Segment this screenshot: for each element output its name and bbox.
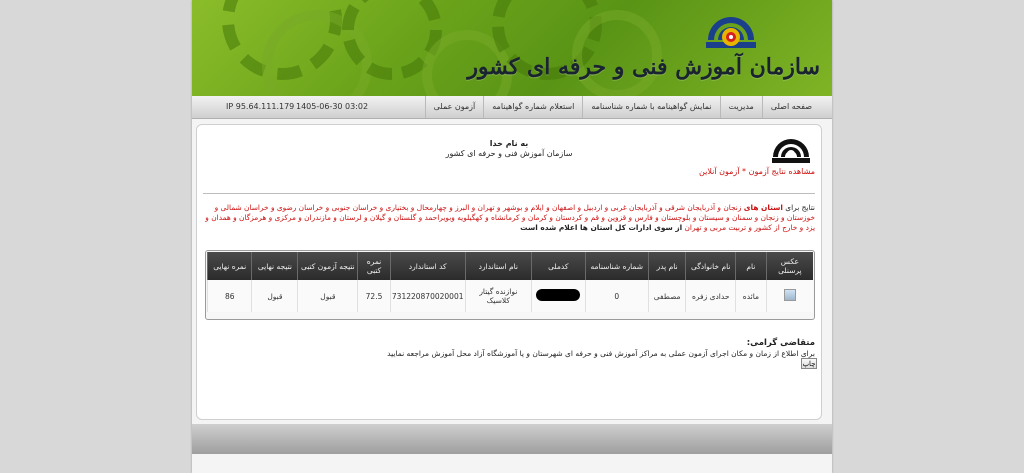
column-header: عکس پرسنلی [765, 252, 813, 280]
standard-name-cell: نوازنده گیتار کلاسیک [464, 280, 532, 312]
notice-provinces-label: استان های [743, 203, 783, 212]
footer-bar [192, 424, 832, 454]
nav-certificate-inquiry[interactable]: استعلام شماره گواهینامه [483, 96, 582, 118]
main-nav: صفحه اصلی مدیریت نمایش گواهینامه با شمار… [192, 96, 832, 119]
divider [203, 193, 815, 194]
column-header: نام [735, 252, 767, 280]
standard-code-cell: 731220870020001 [389, 280, 466, 312]
column-header: شماره شناسنامه [584, 252, 649, 280]
column-header: نمره کتبی [357, 252, 391, 280]
announcement-text: نتایج برای استان های زنجان و آذربایجان ش… [205, 203, 815, 233]
broken-image-icon [783, 289, 796, 301]
nav-home[interactable]: صفحه اصلی [761, 96, 832, 118]
nav-practical-exam[interactable]: آزمون عملی [424, 96, 484, 118]
first-name-cell: مائده [735, 280, 767, 312]
subtitle: سازمان آموزش فنی و حرفه ای کشور [445, 149, 573, 158]
header-banner: سازمان آموزش فنی و حرفه ای کشور [192, 0, 832, 96]
datetime-text: 1405-06-30 03:02 [296, 102, 369, 111]
ip-text: IP 95.64.111.179 [226, 102, 295, 111]
column-header: نمره نهایی [206, 252, 252, 280]
results-panel: به نام خدا سازمان آموزش فنی و حرفه ای کش… [196, 124, 822, 420]
bism-heading: به نام خدا [489, 139, 529, 148]
table-header-row: عکس پرسنلی نام نام خانوادگی نام پدر شمار… [206, 252, 813, 280]
father-name-cell: مصطفی [647, 280, 686, 312]
written-score-cell: 72.5 [357, 280, 391, 312]
written-result-cell: قبول [297, 280, 358, 312]
column-header: نام پدر [647, 252, 686, 280]
column-header: نام خانوادگی [685, 252, 736, 280]
small-logo-icon [772, 139, 810, 163]
notice-prefix: نتایج برای [785, 203, 815, 212]
online-exam-results-link[interactable]: مشاهده نتایج آزمون * آزمون آنلاین [699, 167, 815, 176]
notice-provinces: زنجان و آذربایجان شرقی و آذربایجان غربی … [205, 203, 815, 232]
column-header: کدملی [530, 252, 586, 280]
last-name-cell: حدادی زفره [685, 280, 736, 312]
redacted-national-code [536, 289, 581, 301]
id-number-cell: 0 [584, 280, 649, 312]
national-code-cell [530, 280, 586, 312]
print-button[interactable]: چاپ [801, 358, 817, 369]
results-table: عکس پرسنلی نام نام خانوادگی نام پدر شمار… [206, 252, 813, 312]
nav-management[interactable]: مدیریت [719, 96, 762, 118]
organization-title: سازمان آموزش فنی و حرفه ای کشور [467, 54, 820, 80]
gear-decoration [572, 10, 662, 96]
personnel-photo-cell [765, 280, 813, 312]
applicant-heading: متقاضی گرامی: [746, 338, 815, 348]
applicant-instructions: برای اطلاع از زمان و مکان اجرای آزمون عم… [387, 349, 815, 358]
page-container: سازمان آموزش فنی و حرفه ای کشور صفحه اصل… [192, 0, 832, 473]
column-header: نتیجه نهایی [251, 252, 298, 280]
nav-certificate-by-id[interactable]: نمایش گواهینامه با شماره شناسنامه [582, 96, 719, 118]
final-result-cell: قبول [251, 280, 298, 312]
table-row: مائده حدادی زفره مصطفی 0 نوازنده گیتار ک… [206, 280, 813, 312]
results-table-container: عکس پرسنلی نام نام خانوادگی نام پدر شمار… [205, 250, 815, 320]
column-header: نتیجه آزمون کتبی [297, 252, 358, 280]
column-header: کد استاندارد [389, 252, 466, 280]
notice-suffix: از سوی ادارات کل استان ها اعلام شده است [520, 223, 683, 232]
column-header: نام استاندارد [464, 252, 532, 280]
final-score-cell: 86 [206, 280, 252, 312]
